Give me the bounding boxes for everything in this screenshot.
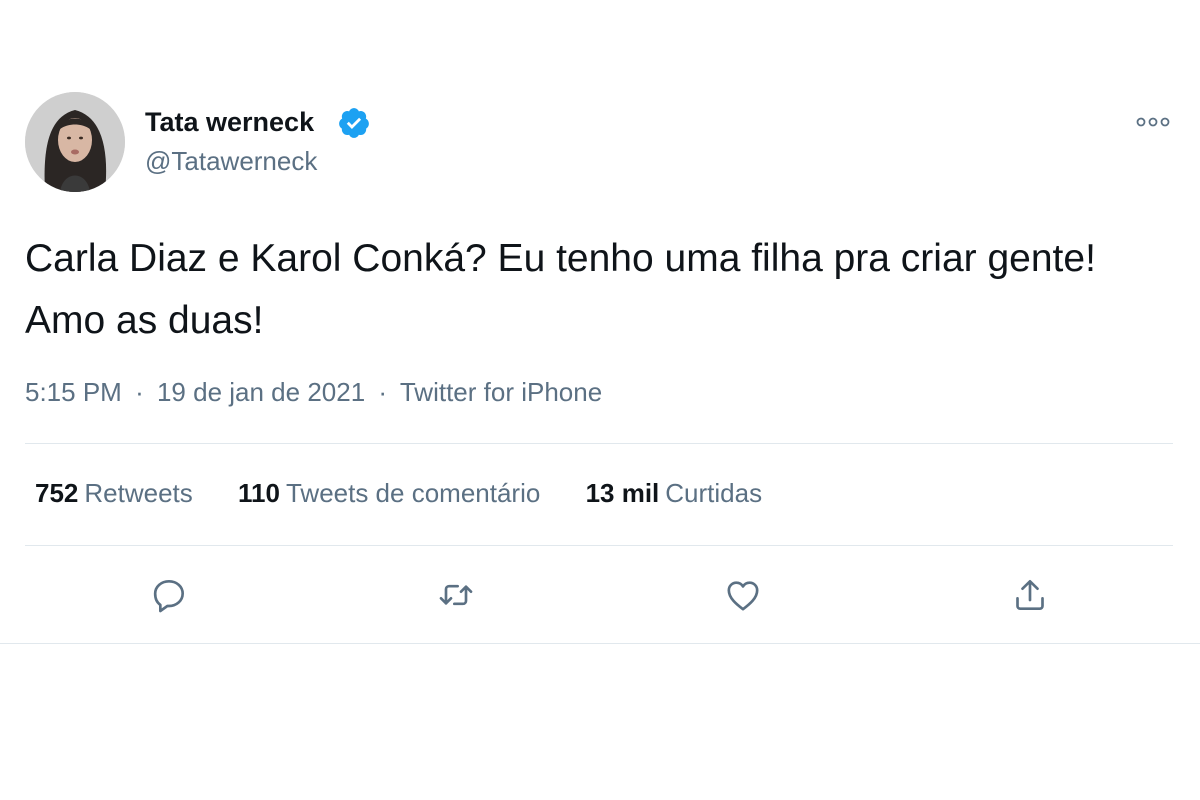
retweets-label: Retweets [84,478,193,508]
likes-stat[interactable]: 13 mil Curtidas [586,478,763,509]
heart-icon [727,581,759,611]
retweet-icon [439,584,473,606]
quote-tweets-stat[interactable]: 110 Tweets de comentário [238,478,540,509]
divider [25,545,1173,546]
avatar[interactable] [25,92,125,192]
author-handle[interactable]: @Tatawerneck [145,146,317,177]
tweet-date[interactable]: 19 de jan de 2021 [157,377,365,407]
tweet-meta: 5:15 PM · 19 de jan de 2021 · Twitter fo… [25,377,602,408]
share-button[interactable] [1010,575,1050,615]
reply-button[interactable] [149,575,189,615]
tweet-card: Tata werneck @Tatawerneck Carla Diaz e K… [0,0,1200,800]
tweet-time[interactable]: 5:15 PM [25,377,122,407]
like-button[interactable] [723,575,763,615]
verified-badge-icon [339,108,369,138]
divider [25,443,1173,444]
more-options-icon[interactable] [1133,112,1173,132]
divider [0,643,1200,644]
likes-label: Curtidas [665,478,763,508]
retweet-button[interactable] [436,575,476,615]
share-icon [1016,580,1044,610]
retweets-count: 752 [35,478,79,508]
meta-separator: · [135,377,144,407]
reply-icon [153,580,184,613]
quote-tweets-count: 110 [238,478,280,508]
author-name[interactable]: Tata werneck [145,107,314,138]
retweets-stat[interactable]: 752 Retweets [35,478,193,509]
tweet-source[interactable]: Twitter for iPhone [400,377,602,407]
likes-count: 13 mil [585,478,660,508]
meta-separator: · [378,377,388,407]
tweet-text: Carla Diaz e Karol Conká? Eu tenho uma f… [25,237,1096,342]
quote-tweets-label: Tweets de comentário [285,478,541,508]
tweet-stats: 752 Retweets 110 Tweets de comentário 13 m… [35,478,800,509]
